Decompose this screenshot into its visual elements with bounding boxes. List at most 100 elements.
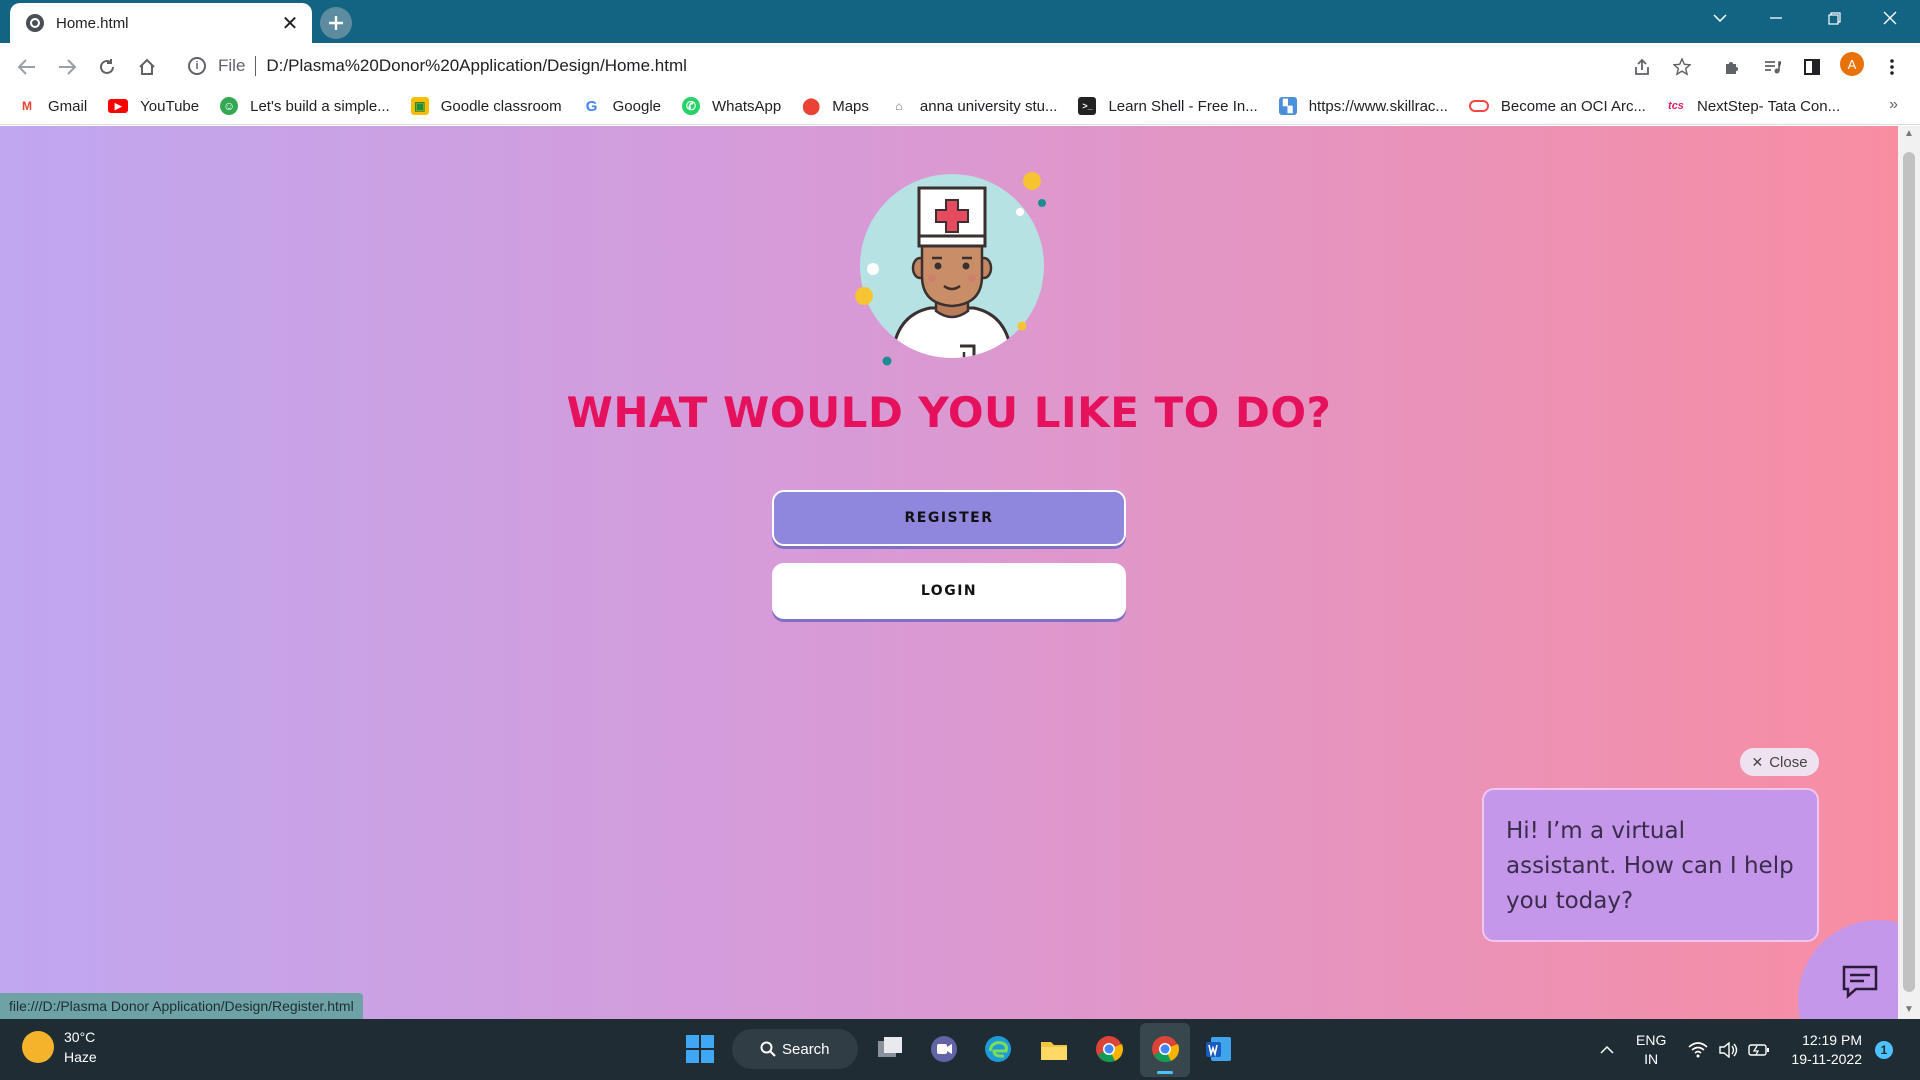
info-icon[interactable]: i — [188, 57, 206, 75]
scroll-down-icon[interactable]: ▼ — [1904, 1004, 1914, 1015]
bookmark-label: WhatsApp — [712, 97, 782, 115]
menu-kebab-icon[interactable] — [1876, 51, 1908, 83]
bookmark-gmail[interactable]: M Gmail — [18, 97, 87, 115]
plus-icon — [329, 16, 343, 30]
region-code: IN — [1644, 1050, 1659, 1067]
taskbar-search-label: Search — [782, 1040, 830, 1058]
active-chrome-taskbar-item[interactable] — [1140, 1023, 1190, 1077]
profile-avatar[interactable]: A — [1840, 52, 1864, 76]
reload-button[interactable] — [91, 51, 123, 83]
bookmark-label: YouTube — [140, 97, 200, 115]
home-button[interactable] — [131, 51, 163, 83]
bookmark-star-icon[interactable] — [1666, 51, 1698, 83]
bookmark-nextstep[interactable]: tcs NextStep- Tata Con... — [1667, 97, 1840, 115]
home-icon — [139, 58, 155, 75]
back-button[interactable] — [11, 51, 43, 83]
side-panel-icon[interactable] — [1796, 51, 1828, 83]
wifi-icon[interactable] — [1688, 1019, 1708, 1080]
chrome-profile-icon — [1152, 1036, 1179, 1063]
clock[interactable]: 12:19 PM 19-11-2022 — [1790, 1019, 1862, 1080]
restore-button[interactable] — [1806, 0, 1862, 36]
chat-icon: ☺ — [220, 97, 239, 115]
google-icon: G — [585, 97, 598, 115]
clock-time: 12:19 PM — [1802, 1031, 1862, 1048]
bookmark-label: Learn Shell - Free In... — [1108, 97, 1258, 115]
tab-search-chevron-icon[interactable] — [1692, 0, 1748, 36]
taskbar: 30°C Haze Search ENG IN 12:19 PM 19-11-2… — [0, 1019, 1920, 1080]
tab-title: Home.html — [56, 14, 129, 32]
bookmark-label: Goodle classroom — [440, 97, 562, 115]
task-view-icon[interactable] — [874, 1033, 906, 1065]
bookmark-label: Gmail — [48, 97, 88, 115]
temperature: 30°C — [64, 1029, 96, 1045]
active-indicator — [1157, 1071, 1173, 1074]
bookmark-chat[interactable]: ☺ Let's build a simple... — [220, 97, 390, 115]
forward-button[interactable] — [51, 51, 83, 83]
tab-home[interactable]: Home.html ✕ — [10, 3, 312, 43]
chat-message-bubble: Hi! I’m a virtual assistant. How can I h… — [1482, 788, 1819, 942]
youtube-icon: ▶ — [108, 99, 129, 113]
bookmark-skillrack[interactable]: ▚ https://www.skillrac... — [1278, 97, 1448, 115]
weather-condition: Haze — [64, 1049, 97, 1065]
url-scheme: File — [218, 56, 246, 75]
file-explorer-icon[interactable] — [1038, 1033, 1070, 1065]
bookmark-whatsapp[interactable]: ✆ WhatsApp — [682, 97, 781, 115]
address-bar[interactable]: i File D:/Plasma%20Donor%20Application/D… — [176, 48, 1656, 84]
maps-icon: ⬤ — [802, 98, 821, 115]
close-tab-icon[interactable]: ✕ — [278, 11, 302, 35]
weather-haze-icon — [22, 1031, 54, 1063]
page-title: WHAT WOULD YOU LIKE TO DO? — [566, 388, 1332, 437]
login-button[interactable]: LOGIN — [772, 563, 1126, 619]
bookmark-classroom[interactable]: ▣ Goodle classroom — [410, 97, 562, 115]
minimize-button[interactable] — [1748, 0, 1804, 36]
show-hidden-icons[interactable] — [1600, 1019, 1614, 1080]
extensions-icon[interactable] — [1716, 51, 1748, 83]
notification-badge[interactable]: 1 — [1875, 1041, 1893, 1059]
reload-icon — [100, 59, 114, 74]
university-icon: ⌂ — [895, 99, 903, 113]
bookmark-label: Maps — [832, 97, 869, 115]
bookmark-label: Let's build a simple... — [250, 97, 390, 115]
arrow-right-icon — [59, 59, 76, 75]
share-icon[interactable] — [1626, 51, 1658, 83]
terminal-icon: >_ — [1078, 97, 1097, 115]
gmail-icon: M — [22, 99, 32, 113]
close-window-button[interactable] — [1862, 0, 1918, 36]
chrome-icon[interactable] — [1093, 1033, 1125, 1065]
arrow-left-icon — [18, 59, 35, 75]
bookmark-label: NextStep- Tata Con... — [1696, 97, 1841, 115]
whatsapp-icon: ✆ — [682, 97, 700, 115]
new-tab-button[interactable] — [320, 7, 352, 39]
teams-chat-icon[interactable] — [928, 1033, 960, 1065]
edge-browser-icon[interactable] — [982, 1033, 1014, 1065]
doctor-avatar-illustration — [855, 172, 1046, 366]
page-scrollbar[interactable]: ▲ ▼ — [1898, 126, 1920, 1019]
taskbar-search[interactable]: Search — [732, 1029, 858, 1069]
search-icon — [760, 1041, 776, 1057]
url-text[interactable]: D:/Plasma%20Donor%20Application/Design/H… — [266, 56, 686, 76]
chat-icon[interactable] — [1840, 964, 1880, 1000]
windows-start-icon[interactable] — [684, 1033, 716, 1065]
bookmark-youtube[interactable]: ▶ YouTube — [108, 98, 199, 115]
bookmark-label: Google — [612, 97, 661, 115]
bookmark-learn-shell[interactable]: >_ Learn Shell - Free In... — [1078, 97, 1258, 115]
word-icon[interactable] — [1203, 1033, 1235, 1065]
chat-close-button-overlay[interactable]: ✕ Close — [1740, 748, 1819, 776]
volume-icon[interactable] — [1718, 1019, 1738, 1080]
bookmark-maps[interactable]: ⬤ Maps — [802, 97, 869, 116]
media-queue-icon[interactable] — [1756, 51, 1788, 83]
weather-widget[interactable]: 30°C Haze — [22, 1027, 97, 1067]
url-separator — [255, 56, 257, 76]
scrollbar-thumb[interactable] — [1903, 152, 1915, 992]
bookmarks-bar: M Gmail ▶ YouTube ☺ Let's build a simple...… — [0, 88, 1920, 125]
language-indicator[interactable]: ENG IN — [1636, 1019, 1666, 1080]
scroll-up-icon[interactable]: ▲ — [1904, 128, 1914, 139]
register-button[interactable]: REGISTER — [772, 490, 1126, 546]
browser-window: { "browser": { "tab_title": "Home.html",… — [0, 0, 1920, 1080]
bookmark-oci[interactable]: Become an OCI Arc... — [1468, 98, 1646, 115]
bookmark-anna-university[interactable]: ⌂ anna university stu... — [890, 97, 1057, 115]
battery-icon[interactable] — [1748, 1019, 1770, 1080]
bookmarks-overflow-icon[interactable]: » — [1889, 96, 1898, 114]
bookmark-google[interactable]: G Google — [583, 97, 661, 115]
skillrack-icon: ▚ — [1278, 97, 1297, 115]
